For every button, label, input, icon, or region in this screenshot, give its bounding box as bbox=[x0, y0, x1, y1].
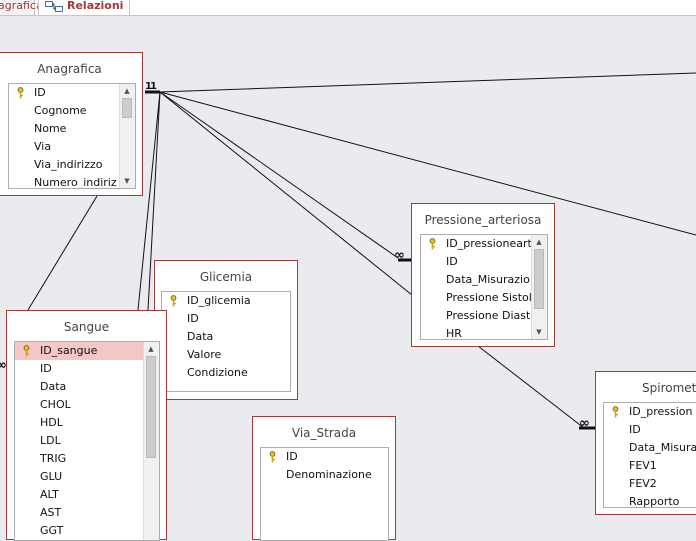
table-title[interactable]: Pressione_arteriosa bbox=[412, 204, 554, 236]
field-item[interactable]: Denominazione bbox=[261, 466, 388, 484]
field-item[interactable]: Pressione Diast bbox=[421, 307, 547, 325]
field-item[interactable]: ID_glicemia bbox=[162, 292, 290, 310]
scrollbar-thumb[interactable] bbox=[534, 249, 544, 309]
table-title[interactable]: Anagrafica bbox=[0, 53, 142, 85]
field-item[interactable]: Valore bbox=[162, 346, 290, 364]
field-item[interactable]: HR bbox=[421, 325, 547, 339]
primary-key-icon bbox=[612, 406, 619, 418]
relationship-many-label: ∞ bbox=[579, 416, 590, 431]
scroll-up-arrow-icon[interactable]: ▲ bbox=[146, 344, 156, 354]
relationship-line bbox=[477, 345, 585, 429]
table-title[interactable]: Spirometri bbox=[596, 372, 696, 404]
primary-key-icon bbox=[429, 238, 436, 250]
primary-key-icon bbox=[17, 87, 24, 99]
field-item[interactable]: GLU bbox=[15, 468, 159, 486]
field-item[interactable]: Data bbox=[15, 378, 159, 396]
field-item[interactable]: AST bbox=[15, 504, 159, 522]
field-item[interactable]: Condizione bbox=[162, 364, 290, 382]
field-item-selected[interactable]: ID_sangue bbox=[15, 342, 159, 360]
scrollbar-thumb[interactable] bbox=[122, 98, 132, 118]
field-list[interactable]: ID_glicemia ID Data Valore Condizione bbox=[161, 291, 291, 392]
relationship-many-label: ∞ bbox=[394, 248, 405, 263]
vertical-scrollbar[interactable]: ▲ ▼ bbox=[531, 235, 547, 339]
field-item[interactable]: Pressione Sistol bbox=[421, 289, 547, 307]
field-list[interactable]: ID Denominazione bbox=[260, 447, 389, 541]
field-item[interactable]: LDL bbox=[15, 432, 159, 450]
field-item[interactable]: ID bbox=[15, 360, 159, 378]
field-item[interactable]: Nome bbox=[9, 120, 135, 138]
field-item[interactable]: FEV2 bbox=[604, 475, 696, 493]
scroll-up-arrow-icon[interactable]: ▲ bbox=[122, 86, 132, 96]
table-title[interactable]: Glicemia bbox=[155, 261, 297, 293]
vertical-scrollbar[interactable]: ▲ bbox=[143, 342, 159, 540]
primary-key-icon bbox=[170, 295, 177, 307]
field-item[interactable]: ID bbox=[162, 310, 290, 328]
scroll-down-arrow-icon[interactable]: ▼ bbox=[122, 176, 132, 186]
scrollbar-thumb[interactable] bbox=[146, 356, 156, 458]
field-item[interactable]: ID bbox=[421, 253, 547, 271]
field-item[interactable]: Via_indirizzo bbox=[9, 156, 135, 174]
table-title[interactable]: Sangue bbox=[7, 311, 166, 343]
primary-key-icon bbox=[269, 451, 276, 463]
field-item[interactable]: Data_Misura bbox=[604, 439, 696, 457]
scroll-up-arrow-icon[interactable]: ▲ bbox=[534, 237, 544, 247]
table-via-strada[interactable]: Via_Strada ID Denominazione bbox=[252, 416, 396, 541]
field-item[interactable]: ALT bbox=[15, 486, 159, 504]
field-list[interactable]: ID_pression ID Data_Misura FEV1 FEV2 Rap… bbox=[603, 402, 696, 508]
field-item[interactable]: ID bbox=[604, 421, 696, 439]
field-item[interactable]: TRIG bbox=[15, 450, 159, 468]
field-item[interactable]: Rapporto bbox=[604, 493, 696, 507]
field-item[interactable]: CHOL bbox=[15, 396, 159, 414]
field-item[interactable]: Data bbox=[162, 328, 290, 346]
field-item[interactable]: ID bbox=[261, 448, 388, 466]
field-list[interactable]: ID Cognome Nome Via Via_indirizzo Numero… bbox=[8, 83, 136, 189]
field-item[interactable]: Numero_indiriz bbox=[9, 174, 135, 188]
relationship-line bbox=[159, 72, 696, 93]
vertical-scrollbar[interactable]: ▲ ▼ bbox=[119, 84, 135, 188]
field-list[interactable]: ID_sangue ID Data CHOL HDL LDL TRIG GLU … bbox=[14, 341, 160, 541]
field-list[interactable]: ID_pressioneart ID Data_Misurazio Pressi… bbox=[420, 234, 548, 340]
table-glicemia[interactable]: Glicemia ID_glicemia ID Data Valore Cond… bbox=[154, 260, 298, 400]
field-item[interactable]: ID bbox=[9, 84, 135, 102]
relationship-line bbox=[27, 195, 98, 311]
relationship-one-label: 1 bbox=[150, 81, 157, 92]
primary-key-icon bbox=[23, 345, 30, 357]
field-item[interactable]: Via bbox=[9, 138, 135, 156]
table-pressione-arteriosa[interactable]: Pressione_arteriosa ID_pressioneart ID D… bbox=[411, 203, 555, 347]
field-item[interactable]: FEV1 bbox=[604, 457, 696, 475]
relationship-line bbox=[159, 91, 399, 259]
field-item[interactable]: Cognome bbox=[9, 102, 135, 120]
field-item[interactable]: HDL bbox=[15, 414, 159, 432]
field-item[interactable]: GGT bbox=[15, 522, 159, 540]
table-sangue[interactable]: Sangue ID_sangue ID Data CHOL HDL LDL TR… bbox=[6, 310, 167, 541]
table-anagrafica[interactable]: Anagrafica ID Cognome Nome Via Via_indir… bbox=[0, 52, 143, 196]
field-item[interactable]: ID_pressioneart bbox=[421, 235, 547, 253]
scroll-down-arrow-icon[interactable]: ▼ bbox=[534, 327, 544, 337]
table-spirometria[interactable]: Spirometri ID_pression ID Data_Misura FE… bbox=[595, 371, 696, 515]
field-item[interactable]: Data_Misurazio bbox=[421, 271, 547, 289]
table-title[interactable]: Via_Strada bbox=[253, 417, 395, 449]
field-item[interactable]: ID_pression bbox=[604, 403, 696, 421]
